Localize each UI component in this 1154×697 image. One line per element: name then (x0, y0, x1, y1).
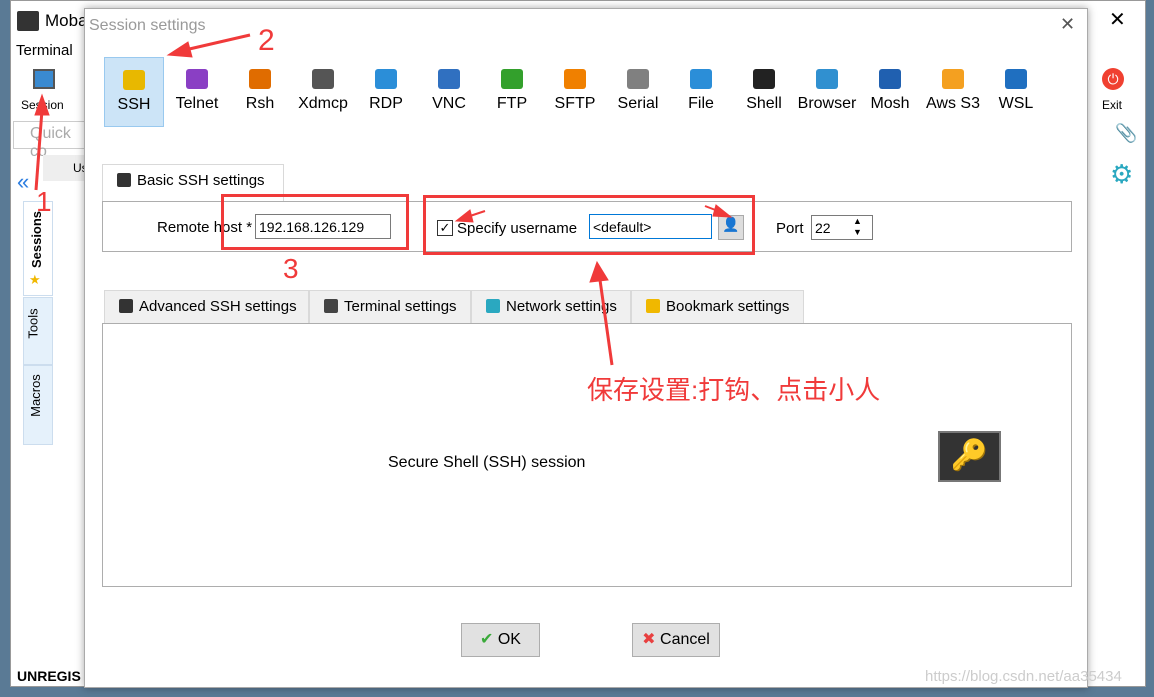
arrow-note (598, 279, 614, 366)
arrow-checkbox-head (454, 209, 474, 223)
arrow-user-head (712, 204, 733, 218)
arrow-2 (184, 33, 251, 52)
arrow-1 (34, 109, 44, 191)
annotation-arrows (34, 33, 733, 366)
arrow-2-head (166, 41, 193, 58)
arrow-note-head (589, 260, 609, 283)
watermark: https://blog.csdn.net/aa35434 (925, 668, 1122, 685)
arrow-1-head (34, 93, 50, 116)
arrow-checkbox (469, 210, 486, 217)
